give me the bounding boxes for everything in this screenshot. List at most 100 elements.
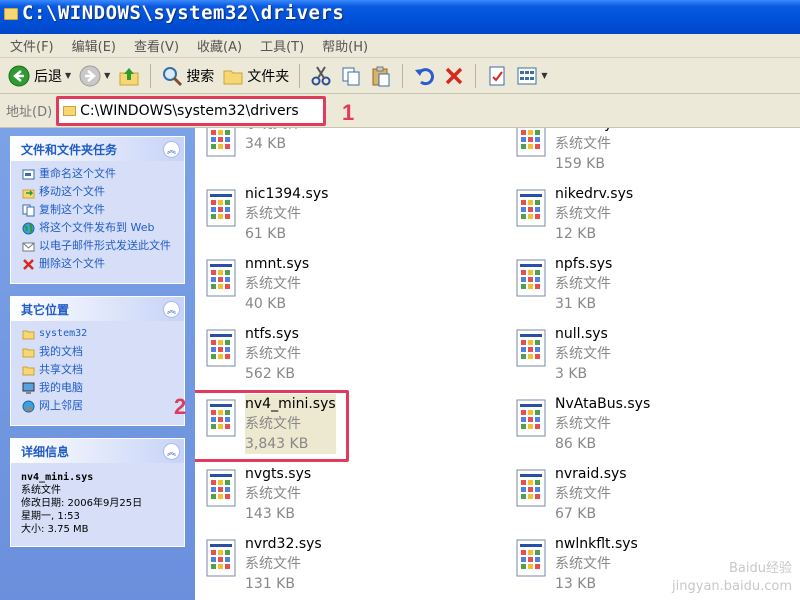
views-button[interactable]: ▼ [512, 61, 551, 91]
chevron-down-icon[interactable]: ▼ [65, 71, 71, 80]
file-item[interactable]: netbt.sys系统文件159 KB [513, 128, 693, 180]
place-system32[interactable]: system32 [21, 327, 178, 341]
menu-favorites[interactable]: 收藏(A) [191, 36, 248, 55]
cut-button[interactable] [306, 61, 336, 91]
address-input[interactable]: C:\WINDOWS\system32\drivers [56, 95, 327, 126]
details-filename: nv4_mini.sys [21, 472, 94, 483]
file-item[interactable]: nvrd32.sys 系统文件 131 KB [203, 534, 383, 600]
up-button[interactable] [114, 61, 144, 91]
folder-icon [21, 363, 35, 377]
file-type: 系统文件 [555, 486, 611, 502]
task-rename[interactable]: 重命名这个文件 [21, 167, 178, 181]
delete-icon [21, 257, 35, 271]
file-size: 562 KB [245, 366, 295, 382]
window-title: C:\WINDOWS\system32\drivers [22, 2, 345, 24]
place-network[interactable]: 网上邻居 [21, 399, 178, 413]
file-size: 13 KB [555, 576, 597, 592]
file-name: nwlnkflt.sys [555, 536, 638, 552]
folders-label: 文件夹 [247, 68, 290, 85]
file-item[interactable]: nvgts.sys 系统文件 143 KB [203, 464, 383, 530]
details-weekday: 星期一, 1:53 [21, 511, 80, 522]
views-icon [516, 65, 538, 87]
callout-1: 1 [342, 100, 355, 125]
file-name: nikedrv.sys [555, 186, 634, 202]
details-header[interactable]: 详细信息 ︽ [11, 439, 184, 463]
system-file-icon [513, 398, 549, 438]
collapse-icon[interactable]: ︽ [163, 442, 180, 460]
network-icon [21, 399, 35, 413]
toolbar-divider [299, 63, 301, 88]
menu-file[interactable]: 文件(F) [4, 36, 60, 55]
copy-button[interactable] [336, 61, 366, 91]
menu-view[interactable]: 查看(V) [128, 36, 185, 55]
file-item[interactable]: nmnt.sys 系统文件 40 KB [203, 254, 383, 320]
selection-highlight [195, 390, 349, 462]
search-label: 搜索 [186, 68, 215, 85]
copy-icon [21, 203, 35, 217]
folders-button[interactable]: 文件夹 [218, 61, 293, 91]
details-panel: 详细信息 ︽ nv4_mini.sys 系统文件 修改日期: 2006年9月25… [10, 438, 185, 547]
menu-bar: 文件(F) 编辑(E) 查看(V) 收藏(A) 工具(T) 帮助(H) [0, 34, 800, 58]
search-button[interactable]: 搜索 [157, 61, 218, 91]
system-file-icon [203, 328, 239, 368]
place-shared-documents[interactable]: 共享文档 [21, 363, 178, 377]
file-item[interactable]: nic1394.sys 系统文件 61 KB [203, 184, 383, 250]
menu-help[interactable]: 帮助(H) [316, 36, 374, 55]
toolbar-divider [402, 63, 404, 88]
panel-title: 其它位置 [21, 302, 70, 317]
file-size: 61 KB [245, 226, 287, 242]
file-type: 系统文件 [555, 206, 611, 222]
file-item[interactable]: npfs.sys 系统文件 31 KB [513, 254, 693, 320]
system-file-icon [513, 258, 549, 298]
place-my-computer[interactable]: 我的电脑 [21, 381, 178, 395]
undo-button[interactable] [409, 61, 439, 91]
file-size: 34 KB [245, 136, 287, 152]
file-item[interactable]: null.sys 系统文件 3 KB [513, 324, 693, 390]
task-email[interactable]: 以电子邮件形式发送此文件 [21, 239, 178, 253]
title-bar[interactable]: C:\WINDOWS\system32\drivers [0, 0, 800, 34]
menu-tools[interactable]: 工具(T) [254, 36, 310, 55]
task-copy[interactable]: 复制这个文件 [21, 203, 178, 217]
place-my-documents[interactable]: 我的文档 [21, 345, 178, 359]
chevron-down-icon[interactable]: ▼ [541, 71, 547, 80]
collapse-icon[interactable]: ︽ [163, 300, 180, 318]
collapse-icon[interactable]: ︽ [163, 140, 180, 158]
file-type: 系统文件 [555, 556, 611, 572]
task-move[interactable]: 移动这个文件 [21, 185, 178, 199]
address-path: C:\WINDOWS\system32\drivers [80, 102, 299, 119]
other-places-header[interactable]: 其它位置 ︽ [11, 297, 184, 321]
file-type: 系统文件 [245, 346, 301, 362]
file-item[interactable]: nwlnkflt.sys 系统文件 13 KB [513, 534, 693, 600]
panel-title: 文件和文件夹任务 [21, 142, 118, 157]
file-type: 系统文件 [245, 556, 301, 572]
file-tasks-header[interactable]: 文件和文件夹任务 ︽ [11, 137, 184, 161]
file-item[interactable]: nikedrv.sys 系统文件 12 KB [513, 184, 693, 250]
menu-edit[interactable]: 编辑(E) [66, 36, 122, 55]
back-button[interactable]: 后退 ▼ [4, 61, 75, 91]
task-publish-web[interactable]: 将这个文件发布到 Web [21, 221, 178, 235]
email-icon [21, 239, 35, 253]
undo-icon [413, 65, 435, 87]
file-list[interactable]: 系统文件34 KBnetbt.sys系统文件159 KBnic1394.sys系… [195, 128, 800, 600]
file-size: 12 KB [555, 226, 597, 242]
paste-button[interactable] [366, 61, 396, 91]
file-item[interactable]: 系统文件34 KB [203, 128, 383, 180]
file-name: nvraid.sys [555, 466, 627, 482]
task-delete[interactable]: 删除这个文件 [21, 257, 178, 271]
computer-icon [21, 381, 35, 395]
file-name: null.sys [555, 326, 608, 342]
delete-icon [443, 65, 465, 87]
system-file-icon [513, 188, 549, 228]
properties-button[interactable] [482, 61, 512, 91]
file-item[interactable]: nvraid.sys 系统文件 67 KB [513, 464, 693, 530]
details-modified: 修改日期: 2006年9月25日 [21, 498, 143, 509]
chevron-down-icon[interactable]: ▼ [104, 71, 110, 80]
search-icon [161, 65, 183, 87]
file-item[interactable]: NvAtaBus.sys 系统文件 86 KB [513, 394, 693, 460]
file-type: 系统文件 [245, 276, 301, 292]
forward-button[interactable]: ▼ [75, 61, 114, 91]
system-file-icon [203, 258, 239, 298]
delete-button[interactable] [439, 61, 469, 91]
file-item[interactable]: ntfs.sys 系统文件 562 KB [203, 324, 383, 390]
folder-icon [4, 8, 18, 20]
